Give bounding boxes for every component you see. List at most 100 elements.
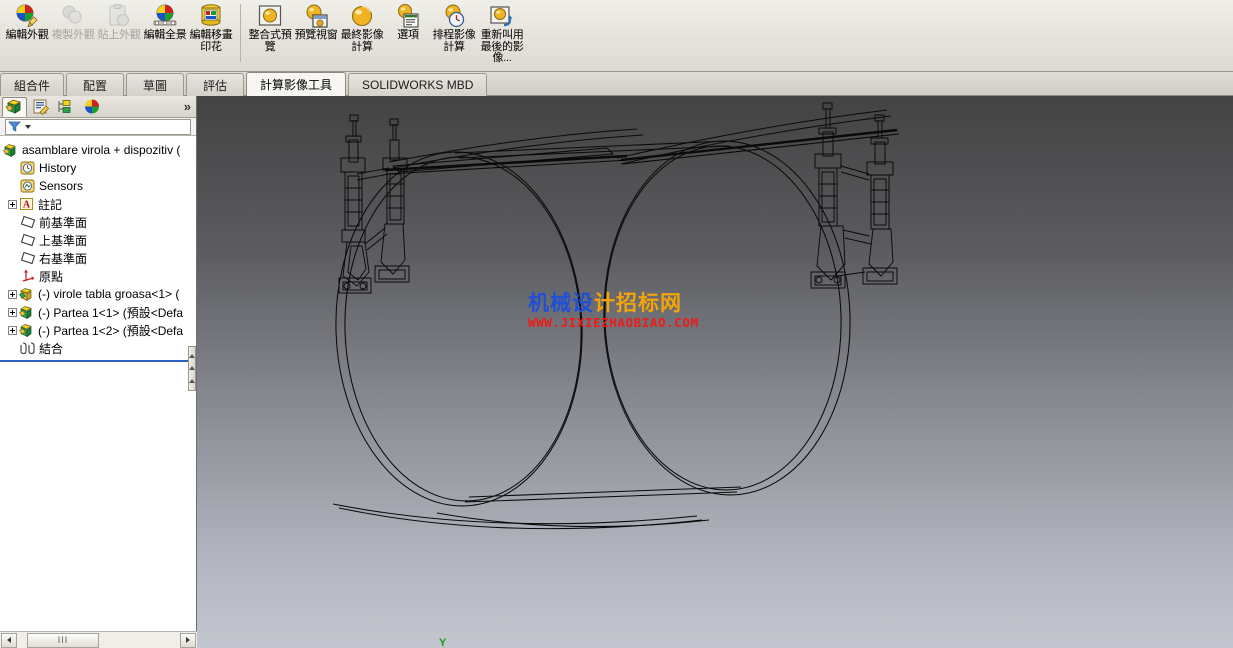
- tree-item-front-plane[interactable]: 前基準面: [0, 213, 196, 231]
- panel-split-handle[interactable]: [188, 346, 196, 391]
- ribbon-label: 重新叫用最後的影像...: [480, 29, 524, 64]
- scroll-thumb[interactable]: III: [27, 632, 99, 648]
- copy-appearance-icon: [60, 3, 86, 29]
- tree-item-origin[interactable]: 原點: [0, 267, 196, 285]
- final-render-icon: [349, 3, 375, 29]
- ribbon-label: 編輯全景: [143, 29, 187, 41]
- part-green-icon: [19, 323, 35, 338]
- tab-label: 草圖: [143, 78, 168, 93]
- property-manager-tab[interactable]: [28, 97, 53, 117]
- feature-manager-tab-strip: »: [0, 96, 196, 118]
- ribbon-button-schedule-render[interactable]: 排程影像計算: [431, 0, 477, 68]
- edit-decal-icon: [198, 3, 224, 29]
- ribbon-button-copy-appearance[interactable]: 複製外觀: [50, 0, 96, 68]
- ribbon-label: 預覽視窗: [294, 29, 338, 41]
- ribbon-button-integrated-preview[interactable]: 整合式預覽: [247, 0, 293, 68]
- tab-assembly[interactable]: 組合件: [0, 73, 65, 96]
- options-icon: [395, 3, 421, 29]
- ribbon-button-preview-window[interactable]: 預覽視窗: [293, 0, 339, 68]
- ribbon-label: 整合式預覽: [248, 29, 292, 53]
- tree-item-partea-1-2[interactable]: (-) Partea 1<2> (預設<Defa: [0, 321, 196, 339]
- tree-item-top-plane[interactable]: 上基準面: [0, 231, 196, 249]
- feature-manager-tab[interactable]: [2, 96, 27, 117]
- expand-toggle[interactable]: [8, 289, 17, 299]
- configuration-manager-tab[interactable]: [54, 97, 79, 117]
- ribbon-label: 貼上外觀: [97, 29, 141, 41]
- scroll-grip: III: [57, 635, 69, 645]
- tab-label: 評估: [203, 78, 228, 93]
- plane-icon: [20, 251, 36, 266]
- tab-sketch[interactable]: 草圖: [126, 73, 185, 96]
- tree-item-label: 右基準面: [39, 251, 88, 266]
- command-manager-tabs: 組合件 配置 草圖 評估 計算影像工具 SOLIDWORKS MBD: [0, 72, 1233, 96]
- tree-item-right-plane[interactable]: 右基準面: [0, 249, 196, 267]
- tab-layout[interactable]: 配置: [66, 73, 125, 96]
- tree-item-assembly[interactable]: asamblare virola + dispozitiv (: [0, 141, 196, 159]
- tab-evaluate[interactable]: 評估: [186, 73, 245, 96]
- tree-item-label: (-) Partea 1<2> (預設<Defa: [38, 323, 184, 338]
- tree-item-partea-1-1[interactable]: (-) Partea 1<1> (預設<Defa: [0, 303, 196, 321]
- tree-item-label: Sensors: [39, 179, 84, 193]
- sensors-icon: [20, 179, 36, 194]
- expand-toggle[interactable]: [8, 307, 17, 317]
- tree-item-label: 上基準面: [39, 233, 88, 248]
- ribbon-button-recall-last-render[interactable]: 重新叫用最後的影像...: [477, 0, 527, 68]
- feature-filter-input[interactable]: [5, 118, 191, 135]
- integrated-preview-icon: [257, 3, 283, 29]
- ribbon-label: 最終影像計算: [340, 29, 384, 53]
- svg-text:A: A: [23, 199, 31, 210]
- plane-icon: [20, 233, 36, 248]
- tree-item-label: 原點: [39, 269, 64, 284]
- paste-appearance-icon: [106, 3, 132, 29]
- tab-solidworks-mbd[interactable]: SOLIDWORKS MBD: [348, 73, 488, 96]
- model-wireframe: [332, 102, 900, 530]
- ribbon-label: 編輯外觀: [5, 29, 49, 41]
- part-green-icon: [19, 305, 35, 320]
- expand-toggle[interactable]: [8, 199, 17, 209]
- feature-filter-row: [0, 118, 196, 136]
- ribbon-separator: [240, 4, 241, 62]
- plane-icon: [20, 215, 36, 230]
- tree-horizontal-scrollbar[interactable]: III: [0, 631, 197, 648]
- ribbon-button-final-render[interactable]: 最終影像計算: [339, 0, 385, 68]
- chevron-double-right-icon[interactable]: »: [184, 99, 191, 114]
- tree-item-history[interactable]: History: [0, 159, 196, 177]
- tab-render-tools[interactable]: 計算影像工具: [246, 72, 347, 96]
- filter-icon: [8, 121, 21, 132]
- history-icon: [20, 161, 36, 176]
- scroll-right-arrow[interactable]: [180, 632, 196, 648]
- scroll-track[interactable]: III: [18, 632, 179, 648]
- ribbon-button-edit-appearance[interactable]: 編輯外觀: [4, 0, 50, 68]
- graphics-viewport[interactable]: 机械设计招标网 WWW.JIXIEZHAOBIAO.COM Y Z x: [197, 96, 1233, 648]
- ribbon-button-edit-scene[interactable]: 編輯全景: [142, 0, 188, 68]
- annotations-icon: A: [19, 197, 35, 212]
- tree-item-sensors[interactable]: Sensors: [0, 177, 196, 195]
- mates-icon: [20, 341, 36, 356]
- preview-window-icon: [303, 3, 329, 29]
- expand-toggle[interactable]: [8, 325, 17, 335]
- part-yellow-icon: [19, 287, 35, 302]
- ribbon-button-edit-decal[interactable]: 編輯移畫印花: [188, 0, 234, 68]
- feature-manager-panel: » asamblare virola + dispozitiv (Histor…: [0, 96, 197, 648]
- feature-tree[interactable]: asamblare virola + dispozitiv ( History: [0, 136, 196, 648]
- tree-item-virole-tabla-groasa[interactable]: (-) virole tabla groasa<1> (: [0, 285, 196, 303]
- scroll-left-arrow[interactable]: [1, 632, 17, 648]
- tree-item-label: (-) Partea 1<1> (預設<Defa: [38, 305, 184, 320]
- display-manager-tab[interactable]: [80, 97, 105, 117]
- ribbon-label: 選項: [397, 29, 419, 41]
- tab-label: 配置: [83, 78, 108, 93]
- recall-last-render-icon: [489, 3, 515, 29]
- tree-item-mates[interactable]: 結合: [0, 339, 196, 357]
- ribbon-button-paste-appearance[interactable]: 貼上外觀: [96, 0, 142, 68]
- tab-label: 組合件: [14, 78, 51, 93]
- assembly-icon: [3, 143, 19, 158]
- tree-item-annotations[interactable]: A 註記: [0, 195, 196, 213]
- filter-dropdown-arrow[interactable]: [25, 124, 31, 129]
- tab-label: SOLIDWORKS MBD: [362, 78, 474, 92]
- coordinate-triad: Y Z x: [405, 637, 477, 648]
- edit-appearance-icon: [14, 3, 40, 29]
- tree-item-label: (-) virole tabla groasa<1> (: [38, 287, 180, 301]
- tree-divider: [0, 360, 196, 362]
- triad-label-y: Y: [439, 637, 447, 648]
- ribbon-button-options[interactable]: 選項: [385, 0, 431, 68]
